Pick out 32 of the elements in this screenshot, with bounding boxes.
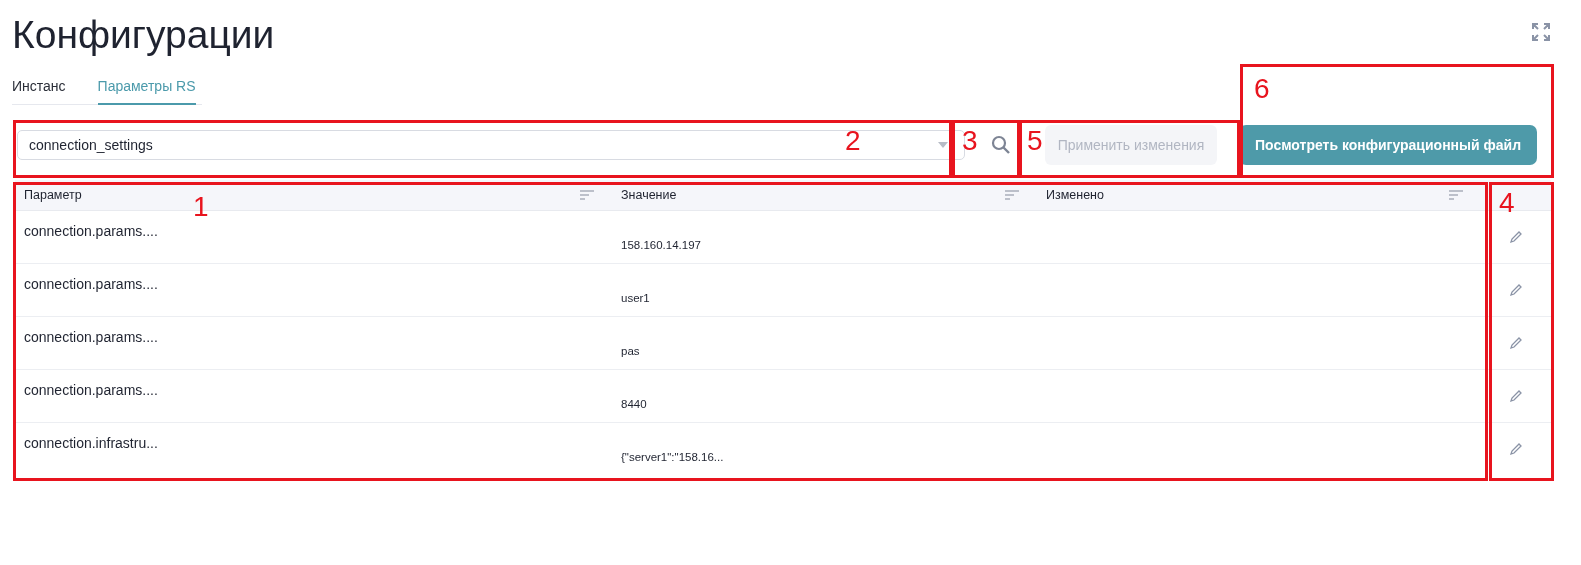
pencil-icon[interactable] bbox=[1509, 389, 1523, 403]
table-cell: connection.params.... bbox=[24, 329, 158, 345]
column-header: Значение bbox=[621, 188, 677, 202]
table-cell: connection.infrastru... bbox=[24, 435, 158, 451]
table-cell: connection.params.... bbox=[24, 276, 158, 292]
table-cell: connection.params.... bbox=[24, 382, 158, 398]
table-cell: 158.160.14.197 bbox=[621, 239, 701, 251]
pencil-icon[interactable] bbox=[1509, 336, 1523, 350]
annotation-number: 1 bbox=[193, 192, 209, 222]
pencil-icon[interactable] bbox=[1509, 442, 1523, 456]
annotation-number: 4 bbox=[1499, 188, 1515, 218]
pencil-icon[interactable] bbox=[1509, 283, 1523, 297]
table-cell: pas bbox=[621, 345, 640, 357]
column-header: Изменено bbox=[1046, 188, 1104, 202]
tab[interactable]: Инстанс bbox=[12, 70, 66, 105]
annotation-number: 5 bbox=[1027, 126, 1043, 156]
sort-icon[interactable] bbox=[580, 190, 594, 200]
tab[interactable]: Параметры RS bbox=[97, 70, 196, 105]
table-cell: connection.params.... bbox=[24, 223, 158, 239]
annotation-number: 3 bbox=[962, 126, 978, 156]
table-cell: 8440 bbox=[621, 398, 647, 410]
annotation-number: 6 bbox=[1254, 74, 1270, 104]
sort-icon[interactable] bbox=[1449, 190, 1463, 200]
pencil-icon[interactable] bbox=[1509, 230, 1523, 244]
column-header: Параметр bbox=[24, 188, 82, 202]
fullscreen-icon[interactable] bbox=[1531, 22, 1551, 42]
table-cell: {"server1":"158.16... bbox=[621, 451, 724, 463]
table-cell: user1 bbox=[621, 292, 650, 304]
search-icon[interactable] bbox=[991, 135, 1011, 155]
caret-icon bbox=[938, 142, 948, 148]
page-title: Конфигурации bbox=[12, 12, 275, 58]
sort-icon[interactable] bbox=[1005, 190, 1019, 200]
